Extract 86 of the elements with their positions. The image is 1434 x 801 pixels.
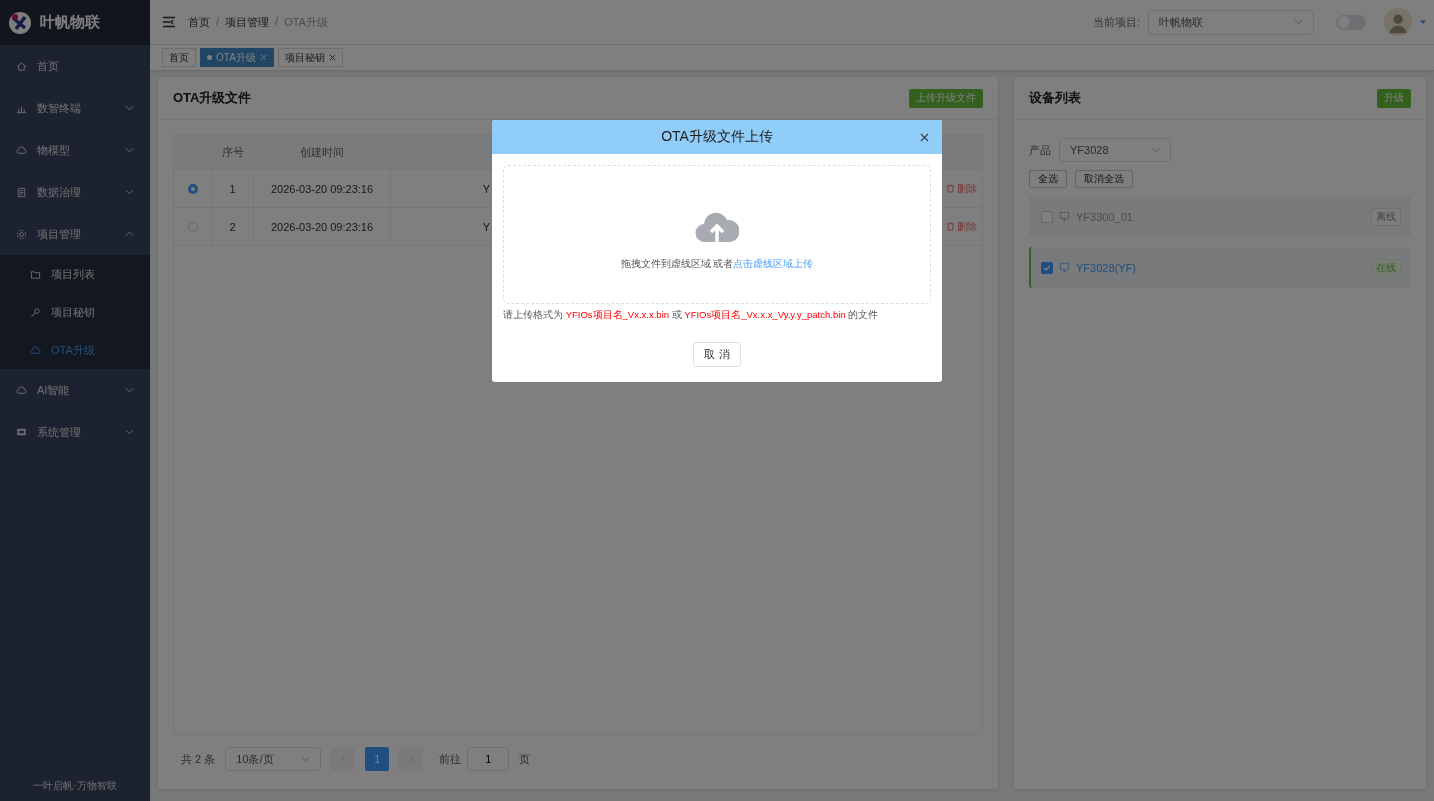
monitor-icon: [1059, 262, 1070, 273]
logo-icon: [8, 10, 32, 35]
menu-icon[interactable]: [162, 16, 176, 28]
chevron-down-icon: [125, 189, 134, 195]
upload-button[interactable]: 上传升级文件: [909, 88, 983, 108]
table-cell: 1: [229, 182, 236, 195]
submenu-item[interactable]: 项目秘钥: [0, 293, 150, 331]
upload-drop-zone[interactable]: 拖拽文件到虚线区域 或者点击虚线区域上传: [503, 165, 931, 304]
delete-link[interactable]: 删除: [945, 219, 977, 234]
cancel-button[interactable]: 取 消: [693, 341, 741, 367]
key-icon: [30, 306, 41, 318]
chevron-down-icon: [125, 105, 134, 111]
checkbox[interactable]: [1041, 261, 1053, 274]
upgrade-button[interactable]: 升级: [1377, 88, 1411, 108]
menu-item[interactable]: 项目管理: [0, 213, 150, 255]
breadcrumb-separator: /: [275, 14, 279, 29]
project-select[interactable]: 叶帆物联: [1148, 9, 1314, 35]
next-page-button[interactable]: [399, 747, 424, 771]
cloud-icon: [30, 344, 41, 356]
breadcrumb-separator: /: [216, 14, 220, 29]
home-icon: [16, 60, 27, 72]
chevron-down-icon: [125, 147, 134, 153]
device-item[interactable]: YF3028(YF) 在线: [1029, 247, 1411, 288]
table-cell: 2026-03-20 09:23:16: [270, 182, 374, 195]
total-count: 共 2 条: [181, 751, 216, 767]
table-cell: Y: [482, 220, 490, 233]
submenu-item[interactable]: OTA升级: [0, 331, 150, 369]
page-suffix: 页: [519, 751, 531, 767]
upload-link[interactable]: 点击虚线区域上传: [733, 256, 814, 271]
tab[interactable]: 项目秘钥: [277, 48, 343, 67]
chevron-up-icon: [125, 231, 134, 237]
page-input[interactable]: 1: [467, 747, 510, 771]
project-label: 当前项目:: [1092, 14, 1140, 30]
app-name: 叶帆物联: [40, 13, 100, 32]
chevron-down-icon: [1151, 147, 1160, 153]
chevron-down-icon: [1294, 19, 1303, 25]
table-cell: Y: [482, 182, 490, 195]
trash-icon: [945, 222, 955, 231]
goto-label: 前往: [439, 751, 462, 767]
submenu-item[interactable]: 项目列表: [0, 255, 150, 293]
monitor-icon: [1059, 211, 1070, 222]
drop-text: 拖拽文件到虚线区域 或者: [620, 256, 734, 271]
page-size-select[interactable]: 10条/页: [225, 747, 322, 771]
menu-item[interactable]: 首页: [0, 45, 150, 87]
cloud-icon: [16, 144, 27, 156]
tab[interactable]: 首页: [162, 48, 196, 67]
folder-icon: [30, 268, 41, 280]
cloud-icon: [16, 384, 27, 396]
previous-page-button[interactable]: [331, 747, 356, 771]
trash-icon: [945, 184, 955, 193]
column-header: 创建时间: [254, 135, 391, 169]
chevron-down-icon: [301, 756, 311, 762]
column-header: 序号: [212, 135, 254, 169]
page-button[interactable]: 1: [365, 747, 390, 771]
monitor-icon: [16, 426, 27, 438]
caret-icon[interactable]: [1420, 20, 1426, 24]
chevron-down-icon: [125, 387, 134, 393]
tab[interactable]: OTA升级: [200, 48, 274, 67]
chevron-down-icon: [125, 429, 134, 435]
panel-title: OTA升级文件: [173, 89, 252, 107]
delete-link[interactable]: 删除: [945, 181, 977, 196]
menu-item[interactable]: 物模型: [0, 129, 150, 171]
row-radio[interactable]: [187, 183, 198, 194]
menu-item[interactable]: AI智能: [0, 369, 150, 411]
status-tag: 在线: [1371, 258, 1401, 277]
select-all-button[interactable]: 全选: [1029, 170, 1067, 188]
dialog-title: OTA升级文件上传: [661, 128, 773, 146]
deselect-all-button[interactable]: 取消全选: [1075, 170, 1133, 188]
gear-icon: [16, 228, 27, 240]
format-hint: 请上传格式为 YFIOs项目名_Vx.x.x.bin 或 YFIOs项目名_Vx.x.x_Vy.y.y_patch.bin 的文件: [502, 308, 880, 322]
menu-item[interactable]: 系统管理: [0, 411, 150, 453]
table-cell: 2026-03-20 09:23:16: [270, 220, 374, 233]
table-cell: 2: [229, 220, 236, 233]
menu-item[interactable]: 数据治理: [0, 171, 150, 213]
panel-title: 设备列表: [1029, 89, 1081, 107]
product-label: 产品: [1029, 142, 1051, 158]
avatar[interactable]: [1384, 8, 1412, 36]
product-select[interactable]: YF3028: [1059, 138, 1171, 162]
document-icon: [16, 186, 27, 198]
breadcrumb-item[interactable]: 项目管理: [225, 14, 270, 30]
close-icon[interactable]: [328, 54, 336, 61]
checkbox[interactable]: [1041, 210, 1053, 223]
breadcrumb-item[interactable]: 首页: [188, 14, 210, 30]
device-name: YF3028(YF): [1076, 261, 1137, 274]
menu-item[interactable]: 数智终端: [0, 87, 150, 129]
close-icon[interactable]: [920, 133, 929, 142]
